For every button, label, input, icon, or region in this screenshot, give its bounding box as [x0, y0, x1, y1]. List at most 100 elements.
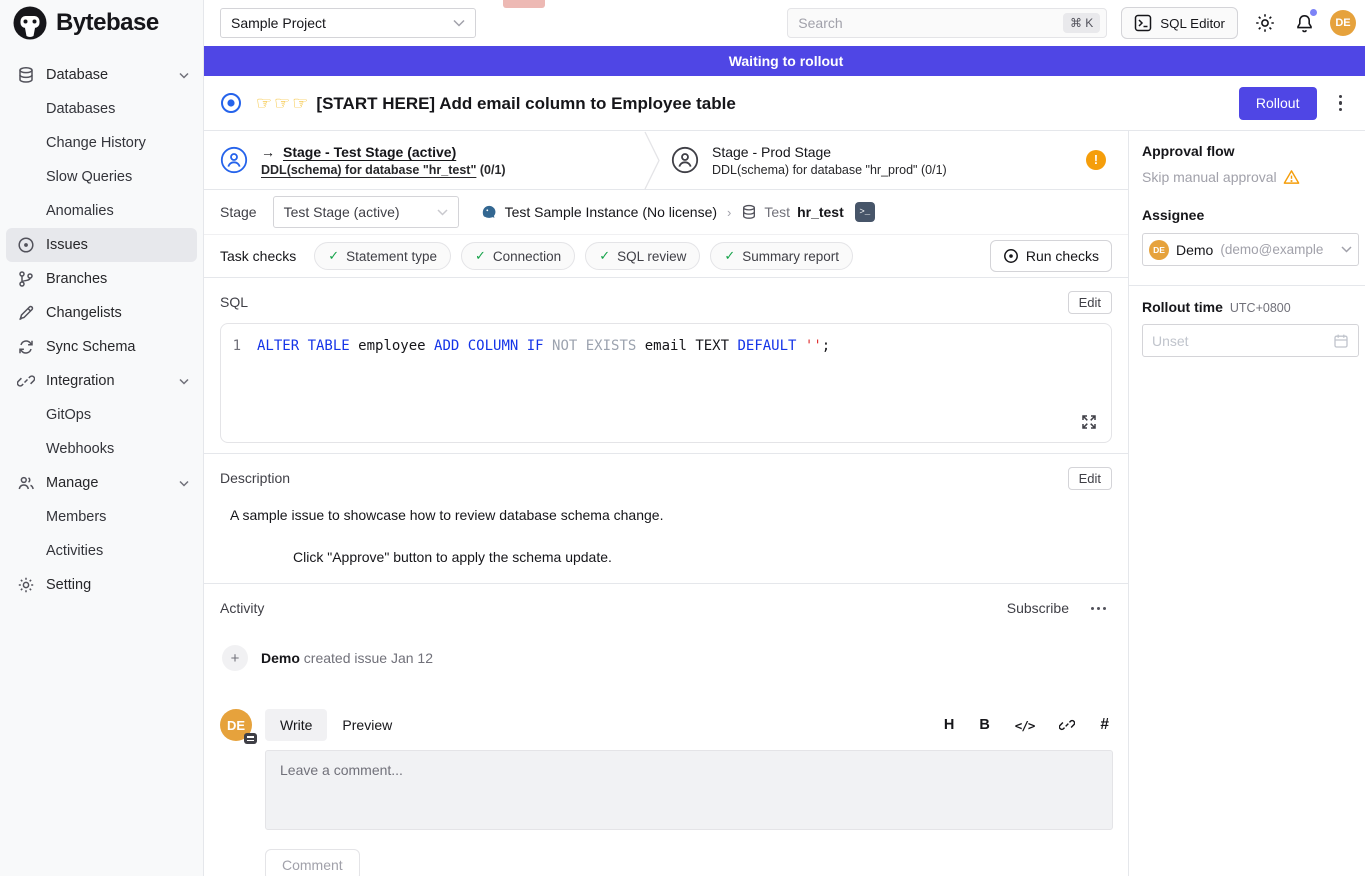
expand-fullscreen-icon[interactable] — [1081, 414, 1097, 430]
chevron-down-icon — [179, 378, 189, 385]
stage-name: Stage - Test Stage (active) — [283, 144, 456, 160]
stage-card-prod[interactable]: Stage - Prod Stage DDL(schema) for datab… — [661, 144, 1128, 177]
activity-title: Activity — [220, 600, 264, 616]
check-summary-report[interactable]: ✓Summary report — [710, 242, 853, 270]
sidebar-item-changelists[interactable]: Changelists — [0, 296, 203, 330]
sidebar-item-anomalies[interactable]: Anomalies — [0, 194, 203, 228]
sidebar-item-database[interactable]: Database — [0, 58, 203, 92]
rollout-time-picker[interactable] — [1142, 324, 1359, 357]
notification-dot — [1310, 9, 1317, 16]
top-edge-artifact — [503, 0, 545, 8]
search-input[interactable] — [798, 15, 1063, 31]
settings-gear-icon[interactable] — [1253, 11, 1277, 35]
check-pass-icon: ✓ — [328, 248, 339, 264]
notifications-bell-icon[interactable] — [1292, 11, 1316, 35]
stage-task: DDL(schema) for database "hr_test" — [261, 163, 476, 177]
description-line: A sample issue to showcase how to review… — [230, 507, 1112, 523]
assignee-select[interactable]: DE Demo (demo@example — [1142, 233, 1359, 266]
chevron-right-separator: › — [727, 205, 731, 220]
stage-select-dropdown[interactable]: Test Stage (active) — [273, 196, 459, 228]
sidebar: Bytebase Database Databases Change Histo… — [0, 0, 204, 876]
created-plus-icon: + — [222, 645, 248, 671]
subscribe-button[interactable]: Subscribe — [1007, 600, 1069, 616]
stage-select-value: Test Stage (active) — [284, 204, 400, 220]
sidebar-item-slow-queries[interactable]: Slow Queries — [0, 160, 203, 194]
sidebar-item-activities[interactable]: Activities — [0, 534, 203, 568]
check-connection[interactable]: ✓Connection — [461, 242, 575, 270]
issue-title: ☞☞☞[START HERE] Add email column to Empl… — [256, 93, 736, 114]
sidebar-item-integration[interactable]: Integration — [0, 364, 203, 398]
run-checks-button[interactable]: Run checks — [990, 240, 1112, 272]
search-box: ⌘ K — [787, 8, 1107, 38]
brand-logo[interactable]: Bytebase — [0, 0, 203, 46]
sidebar-item-manage[interactable]: Manage — [0, 466, 203, 500]
gear-icon — [16, 576, 35, 595]
sidebar-item-change-history[interactable]: Change History — [0, 126, 203, 160]
sidebar-item-databases[interactable]: Databases — [0, 92, 203, 126]
project-selector-value: Sample Project — [231, 15, 326, 31]
content-row: →Stage - Test Stage (active) DDL(schema)… — [204, 131, 1365, 876]
activity-section: Activity Subscribe + Demo created issue … — [204, 583, 1128, 876]
line-number: 1 — [221, 338, 257, 354]
tab-write[interactable]: Write — [265, 709, 327, 741]
issue-sidebar: Approval flow Skip manual approval Assig… — [1128, 131, 1365, 876]
sidebar-item-members[interactable]: Members — [0, 500, 203, 534]
sidebar-item-webhooks[interactable]: Webhooks — [0, 432, 203, 466]
comment-textarea[interactable] — [265, 750, 1113, 830]
stage-separator — [644, 131, 661, 190]
check-pass-icon: ✓ — [599, 248, 610, 264]
database-cylinder-icon — [741, 204, 757, 220]
instance-name[interactable]: Test Sample Instance (No license) — [505, 204, 717, 220]
stage-person-icon-active — [220, 146, 248, 174]
format-toolbar: H B </> # — [944, 716, 1109, 734]
issue-main: →Stage - Test Stage (active) DDL(schema)… — [204, 131, 1128, 876]
description-edit-button[interactable]: Edit — [1068, 467, 1112, 490]
stage-card-test[interactable]: →Stage - Test Stage (active) DDL(schema)… — [204, 144, 644, 177]
rollout-button[interactable]: Rollout — [1239, 87, 1317, 120]
sql-edit-button[interactable]: Edit — [1068, 291, 1112, 314]
stage-progress: (0/1) — [921, 163, 947, 177]
target-icon — [1003, 248, 1019, 264]
project-selector[interactable]: Sample Project — [220, 8, 476, 38]
bold-format-icon[interactable]: B — [979, 717, 989, 733]
sidebar-item-issues[interactable]: Issues — [6, 228, 197, 262]
environment-name: Test — [764, 204, 790, 220]
sidebar-nav: Database Databases Change History Slow Q… — [0, 46, 203, 602]
database-name[interactable]: hr_test — [797, 204, 844, 220]
warning-triangle-icon — [1283, 169, 1300, 185]
check-statement-type[interactable]: ✓Statement type — [314, 242, 451, 270]
rollout-time-title: Rollout time — [1142, 299, 1223, 315]
hash-format-icon[interactable]: # — [1100, 716, 1109, 734]
issue-icon — [16, 236, 35, 255]
assignee-avatar: DE — [1149, 240, 1169, 260]
check-pass-icon: ✓ — [724, 248, 735, 264]
main-shell: Sample Project ⌘ K SQL Editor DE Waitin — [204, 0, 1365, 876]
stage-task: DDL(schema) for database "hr_prod" — [712, 163, 918, 177]
comment-editor: DE Write Preview H B </> — [220, 709, 1112, 876]
sql-editor-button[interactable]: SQL Editor — [1121, 7, 1238, 39]
activity-item: + Demo created issue Jan 12 — [220, 645, 1112, 671]
sidebar-item-sync-schema[interactable]: Sync Schema — [0, 330, 203, 364]
activity-more-icon[interactable] — [1089, 603, 1108, 614]
description-line: Click "Approve" button to apply the sche… — [293, 549, 1112, 565]
sidebar-item-setting[interactable]: Setting — [0, 568, 203, 602]
more-menu-icon[interactable] — [1335, 91, 1347, 116]
open-sql-editor-icon[interactable]: >_ — [855, 202, 875, 222]
comment-submit-button[interactable]: Comment — [265, 849, 360, 876]
heading-format-icon[interactable]: H — [944, 717, 954, 733]
rollout-time-input[interactable] — [1152, 333, 1333, 349]
link-format-icon[interactable] — [1059, 717, 1075, 733]
approval-flow-value: Skip manual approval — [1142, 169, 1359, 185]
tab-preview[interactable]: Preview — [327, 709, 407, 741]
terminal-icon — [1134, 14, 1152, 32]
sidebar-item-branches[interactable]: Branches — [0, 262, 203, 296]
sql-code-editor[interactable]: 1 ALTER TABLE employee ADD COLUMN IF NOT… — [220, 323, 1112, 443]
user-avatar[interactable]: DE — [1330, 10, 1356, 36]
stage-person-icon — [671, 146, 699, 174]
sidebar-item-gitops[interactable]: GitOps — [0, 398, 203, 432]
description-section: Description Edit A sample issue to showc… — [204, 453, 1128, 583]
bytebase-app: Bytebase Database Databases Change Histo… — [0, 0, 1365, 876]
check-sql-review[interactable]: ✓SQL review — [585, 242, 700, 270]
code-format-icon[interactable]: </> — [1015, 718, 1035, 733]
assignee-title: Assignee — [1142, 207, 1359, 223]
